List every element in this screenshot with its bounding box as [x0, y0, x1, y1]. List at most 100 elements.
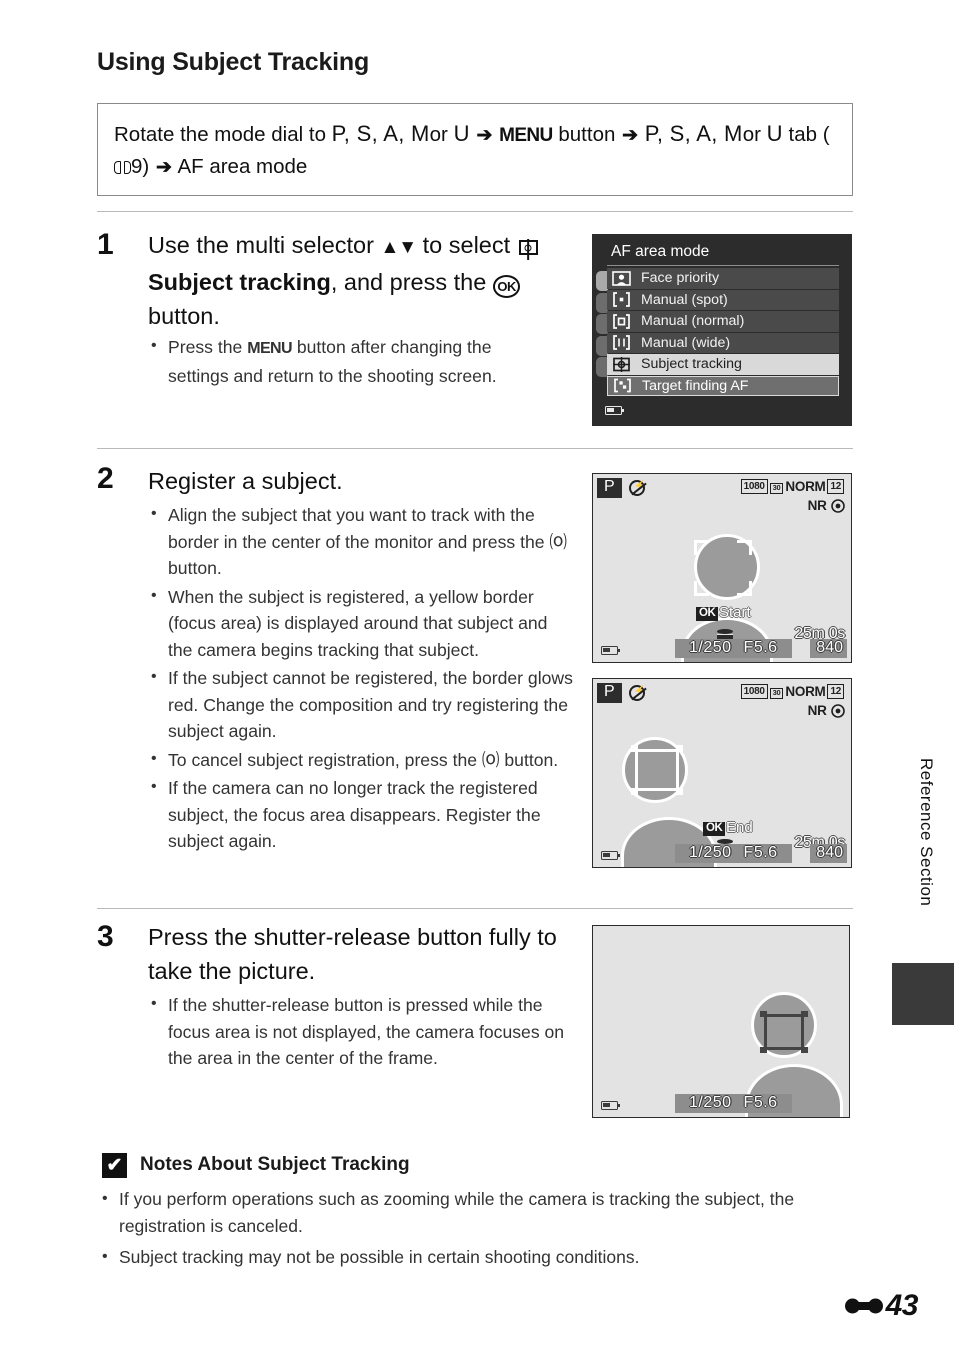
top-right-indicators: 1080 30 NORM 12 — [740, 684, 846, 699]
live-view-screen-shutter: 1/250 F5.6 — [592, 925, 850, 1118]
step-1-bullet-1-pre: Press the — [168, 337, 243, 357]
battery-icon — [605, 406, 624, 415]
af-menu-label-manual-wide: Manual (wide) — [641, 334, 731, 351]
page-footer: 43 — [844, 1289, 919, 1323]
mode-badge: P — [597, 683, 622, 703]
step-1-heading: Use the multi selector ▲▼ to select Subj… — [148, 228, 548, 333]
nr-label: NR — [807, 498, 827, 513]
menu-path-box: Rotate the mode dial to P, S, A, Mor U ➔… — [97, 103, 853, 196]
movie-resolution-badge: 1080 — [740, 684, 768, 699]
battery-icon — [601, 646, 620, 655]
ok-chip-end: OK — [703, 822, 726, 836]
ok-action-label-start: Start — [719, 604, 751, 621]
af-menu-separator — [607, 265, 839, 266]
image-quality-label: NORM — [785, 684, 826, 699]
noise-reduction-indicator: NR — [808, 703, 846, 718]
step-2-bullet-3: If the subject cannot be registered, the… — [148, 664, 573, 745]
step-2-bullet-2: When the subject is registered, a yellow… — [148, 583, 573, 664]
shutter-speed: 1/250 — [689, 639, 732, 656]
face-priority-icon — [607, 270, 635, 286]
step-2-number: 2 — [97, 462, 114, 495]
af-menu-item-manual-spot[interactable]: Manual (spot) — [607, 289, 839, 310]
af-menu-item-subject-tracking[interactable]: Subject tracking — [607, 354, 839, 375]
path-mode-u-1: U — [453, 121, 470, 146]
step-1-head-end: button. — [148, 303, 220, 329]
live-view-screen-end: P 108030NORM12 NR OK End 25m 0s 840 1/25… — [592, 678, 852, 868]
path-modes-2: P, S, A, M — [644, 121, 743, 146]
nr-label: NR — [807, 703, 827, 718]
flash-off-icon — [629, 685, 646, 701]
shutter-speed: 1/250 — [689, 1094, 732, 1111]
path-final: AF area mode — [177, 155, 308, 178]
manual-spot-icon — [607, 292, 635, 308]
image-quality-label: NORM — [785, 479, 826, 494]
af-area-mode-list: Face priority Manual (spot) Manual (norm… — [607, 268, 839, 397]
step-1-number: 1 — [97, 228, 114, 261]
af-menu-label-subject-tracking: Subject tracking — [641, 356, 742, 373]
step-3-bullets: If the shutter-release button is pressed… — [148, 991, 573, 1074]
focus-brackets — [694, 540, 752, 596]
target-finding-icon — [608, 378, 636, 393]
step-1-head-mid: to select — [422, 232, 511, 258]
path-modes-1: P, S, A, M — [331, 121, 430, 146]
step-2-bullet-1: Align the subject that you want to track… — [148, 501, 573, 582]
path-ref-open: ( — [822, 123, 830, 146]
menu-button-chip: MENU — [247, 340, 292, 357]
path-ref-page: 9) — [131, 155, 150, 178]
subject-tracking-icon — [607, 356, 635, 372]
step-3-heading: Press the shutter-release button fully t… — [148, 924, 557, 984]
step-2-bullet-4: To cancel subject registration, press th… — [148, 746, 573, 774]
path-arrow-1: ➔ — [476, 125, 493, 146]
path-or-1: or — [429, 123, 448, 146]
notes-bullet-1: If you perform operations such as zoomin… — [99, 1185, 855, 1240]
exposure-bar: 1/250 F5.6 — [675, 639, 792, 658]
divider-3 — [97, 908, 853, 909]
manual-normal-icon — [607, 313, 635, 329]
page-number: 43 — [885, 1289, 919, 1322]
side-tab-marker — [892, 963, 954, 1025]
af-menu-label-target-finding: Target finding AF — [642, 377, 749, 394]
path-button-word-1: button — [558, 123, 616, 146]
caution-mark-icon: ✔ — [102, 1153, 127, 1178]
e-mark-icon — [844, 1298, 883, 1315]
mode-badge: P — [597, 478, 622, 498]
center-focus-frame — [760, 1011, 808, 1053]
side-tab-label: Reference Section — [917, 758, 936, 907]
shots-remaining: 840 — [810, 639, 847, 658]
af-menu-item-face-priority[interactable]: Face priority — [607, 268, 839, 289]
step-3-number: 3 — [97, 920, 114, 953]
shutter-speed: 1/250 — [689, 844, 732, 861]
af-menu-label-manual-normal: Manual (normal) — [641, 313, 745, 330]
subject-tracking-icon — [518, 240, 538, 255]
battery-icon — [601, 1101, 620, 1110]
nr-burst-icon — [831, 704, 845, 718]
multi-selector-arrows-icon: ▲▼ — [380, 237, 417, 258]
step-2-bullets: Align the subject that you want to track… — [148, 501, 573, 857]
af-area-mode-title: AF area mode — [611, 243, 710, 260]
image-size-badge: 12 — [827, 479, 844, 494]
notes-bullet-2: Subject tracking may not be possible in … — [99, 1243, 855, 1271]
top-right-indicators: 1080 30 NORM 12 — [740, 479, 846, 494]
step-3-bullet-1: If the shutter-release button is pressed… — [148, 991, 573, 1072]
path-arrow-2: ➔ — [622, 125, 638, 146]
step-2-heading: Register a subject. — [148, 468, 343, 494]
notes-bullets: If you perform operations such as zoomin… — [99, 1185, 855, 1275]
step-1-head-bold: Subject tracking — [148, 269, 331, 295]
path-pre: Rotate the mode dial to — [114, 123, 326, 146]
af-menu-item-manual-normal[interactable]: Manual (normal) — [607, 311, 839, 332]
af-menu-item-target-finding[interactable]: Target finding AF — [607, 375, 839, 396]
step-1-bullet-1: Press the MENU button after changing the… — [148, 333, 548, 389]
path-or-2: or — [742, 123, 761, 146]
divider-2 — [97, 448, 853, 449]
battery-icon — [601, 851, 620, 860]
image-size-badge: 12 — [827, 684, 844, 699]
af-menu-item-manual-wide[interactable]: Manual (wide) — [607, 332, 839, 353]
step-1-head-post: , and press the — [330, 269, 487, 295]
live-view-screen-start: P 108030NORM12 NR OK Start 25m 0s 840 1/… — [592, 473, 852, 663]
ok-button-icon: OK — [492, 275, 521, 298]
nr-burst-icon — [831, 499, 845, 513]
path-tab-word: tab — [788, 123, 818, 146]
aperture: F5.6 — [743, 639, 778, 656]
ok-action-label-end: End — [726, 819, 753, 836]
shots-remaining: 840 — [810, 844, 847, 863]
